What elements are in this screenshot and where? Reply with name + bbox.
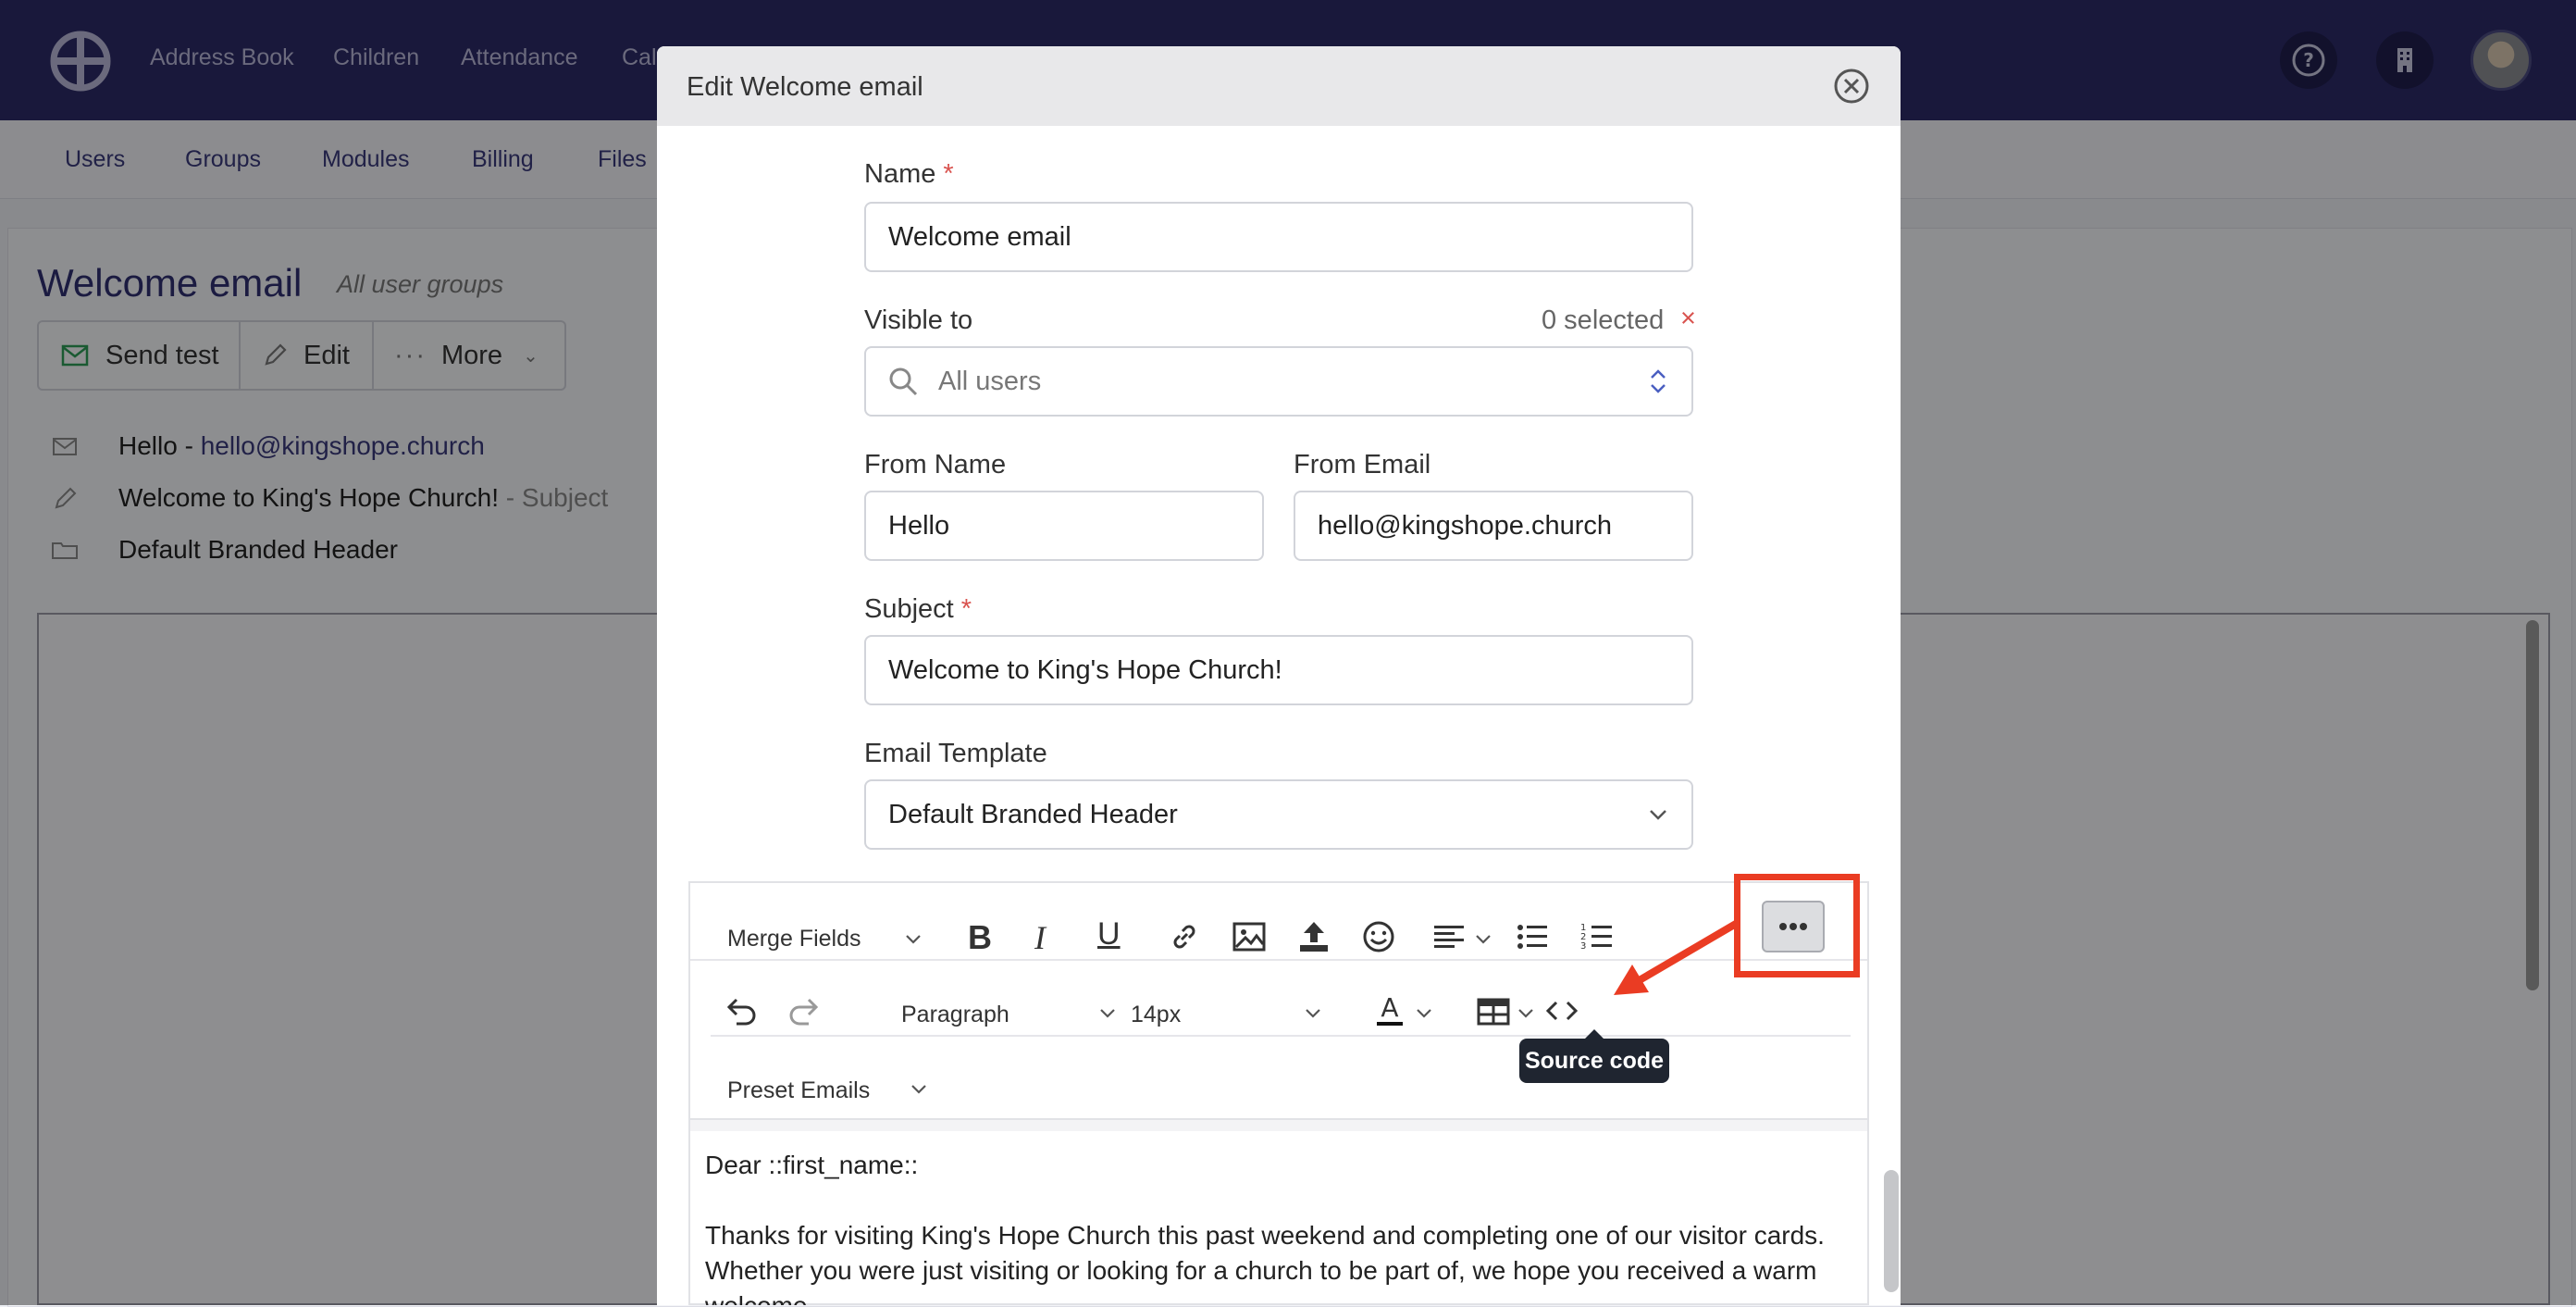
close-icon [1834, 68, 1869, 104]
chevron-down-icon [1303, 1003, 1323, 1024]
editor-scrollbar[interactable] [1884, 1170, 1899, 1292]
text-color-icon[interactable]: A [1371, 990, 1408, 1027]
upload-icon[interactable] [1295, 918, 1332, 955]
email-template-value: Default Branded Header [888, 799, 1178, 829]
toolbar-divider [711, 1035, 1851, 1037]
svg-text:A: A [1381, 992, 1398, 1023]
chevron-down-icon [1647, 803, 1669, 826]
from-email-input[interactable]: hello@kingshope.church [1294, 491, 1693, 561]
modal-title: Edit Welcome email [687, 72, 923, 102]
visible-to-label: Visible to [864, 305, 973, 335]
chevron-down-icon [909, 1079, 929, 1100]
from-name-value: Hello [888, 510, 950, 541]
bullet-list-icon[interactable] [1514, 918, 1551, 955]
merge-fields-label: Merge Fields [727, 926, 861, 952]
font-size-value: 14px [1131, 1002, 1182, 1027]
select-updown-icon [1647, 365, 1669, 398]
block-format-value: Paragraph [901, 1002, 1009, 1027]
emoji-icon[interactable] [1360, 918, 1397, 955]
bold-button[interactable]: B [968, 918, 992, 957]
svg-text:3: 3 [1580, 941, 1586, 952]
required-marker: * [943, 159, 954, 189]
search-icon [889, 367, 918, 396]
chevron-down-icon[interactable] [1473, 929, 1493, 950]
chevron-down-icon[interactable] [1516, 1003, 1536, 1024]
email-template-label: Email Template [864, 739, 1047, 768]
source-code-icon[interactable] [1543, 992, 1580, 1029]
clear-selection-button[interactable]: × [1680, 304, 1696, 334]
source-code-tooltip: Source code [1519, 1039, 1669, 1083]
preset-emails-dropdown[interactable]: Preset Emails [727, 1077, 870, 1104]
merge-fields-dropdown[interactable]: Merge Fields [727, 926, 861, 952]
chevron-down-icon[interactable] [1414, 1003, 1434, 1024]
italic-button[interactable]: I [1034, 918, 1046, 957]
name-input[interactable]: Welcome email [864, 202, 1693, 272]
block-format-dropdown[interactable]: Paragraph [901, 1002, 1009, 1028]
close-button[interactable] [1832, 67, 1871, 106]
subject-label: Subject * [864, 594, 972, 624]
chevron-down-icon [903, 929, 923, 950]
edit-email-modal: Edit Welcome email Name * Welcome email … [657, 46, 1901, 1305]
annotation-highlight-box [1734, 874, 1860, 977]
redo-icon[interactable] [786, 992, 824, 1029]
preset-emails-label: Preset Emails [727, 1077, 871, 1103]
subject-value: Welcome to King's Hope Church! [888, 654, 1282, 685]
subject-input[interactable]: Welcome to King's Hope Church! [864, 635, 1693, 705]
undo-icon[interactable] [722, 992, 759, 1029]
table-icon[interactable] [1475, 992, 1512, 1029]
from-name-label: From Name [864, 450, 1007, 479]
visible-to-select[interactable]: All users [864, 346, 1693, 417]
name-label: Name * [864, 159, 954, 189]
name-value: Welcome email [888, 221, 1071, 252]
editor-content-greeting[interactable]: Dear ::first_name:: [705, 1148, 1852, 1183]
tooltip-arrow [1585, 1029, 1604, 1039]
selected-count: 0 selected [1542, 305, 1665, 335]
chevron-down-icon [1097, 1003, 1118, 1024]
editor-content-paragraph[interactable]: Thanks for visiting King's Hope Church t… [705, 1218, 1852, 1305]
from-email-label: From Email [1294, 450, 1431, 479]
align-left-icon[interactable] [1430, 918, 1468, 955]
annotation-arrow-icon [1614, 920, 1740, 995]
from-email-value: hello@kingshope.church [1318, 510, 1613, 541]
required-marker: * [960, 594, 972, 624]
image-icon[interactable] [1231, 918, 1268, 955]
email-template-select[interactable]: Default Branded Header [864, 779, 1693, 850]
from-name-input[interactable]: Hello [864, 491, 1264, 561]
visible-to-placeholder: All users [938, 366, 1042, 396]
underline-button[interactable]: U [1097, 916, 1121, 952]
editor-gap [690, 1120, 1867, 1131]
link-icon[interactable] [1166, 918, 1203, 955]
font-size-dropdown[interactable]: 14px [1131, 1002, 1181, 1028]
